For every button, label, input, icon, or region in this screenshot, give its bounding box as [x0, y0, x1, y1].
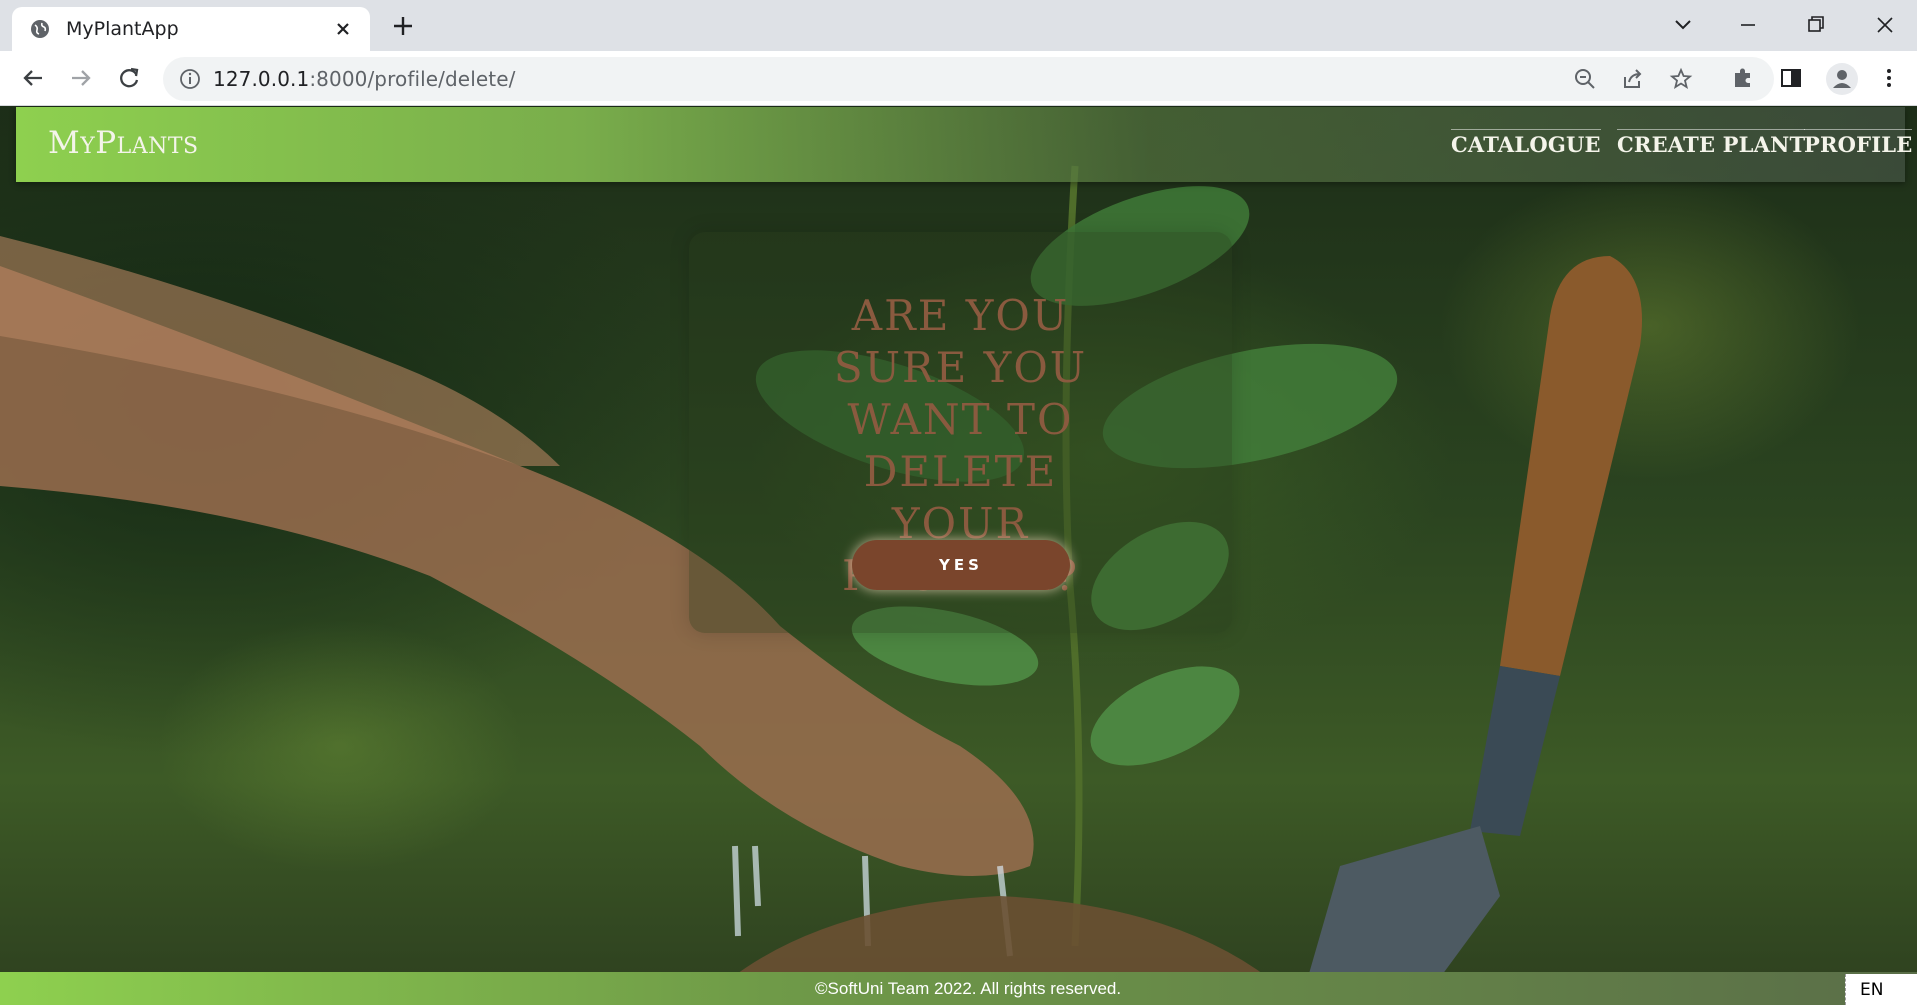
close-window-icon[interactable] [1870, 10, 1900, 40]
brand-logo-link[interactable]: MyPlants [48, 125, 199, 161]
extensions-puzzle-icon[interactable] [1730, 65, 1756, 91]
footer-copyright: ©SoftUni Team 2022. All rights reserved. [815, 979, 1122, 998]
nav-link-create-plant[interactable]: CREATE PLANT [1617, 129, 1806, 157]
language-code: EN [1860, 980, 1884, 1000]
delete-profile-dialog: ARE YOU SURE YOU WANT TO DELETE YOUR PRO… [689, 232, 1232, 633]
page-viewport: MyPlants CATALOGUE CREATE PLANT PROFILE … [0, 106, 1917, 1005]
address-bar[interactable]: 127.0.0.1:8000/profile/delete/ [163, 57, 1774, 101]
site-navbar: MyPlants CATALOGUE CREATE PLANT PROFILE [16, 107, 1913, 182]
site-footer: ©SoftUni Team 2022. All rights reserved.… [0, 972, 1917, 1005]
reload-icon[interactable] [114, 63, 144, 93]
url-path: :8000/profile/delete/ [309, 67, 516, 91]
language-indicator[interactable]: EN [1845, 974, 1917, 1005]
url-host: 127.0.0.1 [213, 67, 310, 91]
close-tab-icon[interactable] [332, 18, 354, 40]
globe-icon [31, 20, 49, 38]
new-tab-icon[interactable] [390, 13, 416, 39]
browser-menu-icon[interactable] [1876, 65, 1902, 91]
tab-title: MyPlantApp [66, 18, 179, 40]
forward-arrow-icon[interactable] [66, 63, 96, 93]
browser-toolbar: 127.0.0.1:8000/profile/delete/ [0, 51, 1917, 106]
back-arrow-icon[interactable] [18, 63, 48, 93]
confirm-delete-button[interactable]: YES [852, 540, 1070, 590]
minimize-icon[interactable] [1733, 10, 1763, 40]
nav-link-profile[interactable]: PROFILE [1804, 129, 1913, 157]
side-panel-icon[interactable] [1778, 65, 1804, 91]
zoom-out-icon[interactable] [1573, 67, 1597, 91]
profile-avatar-icon[interactable] [1825, 62, 1859, 96]
restore-icon[interactable] [1801, 10, 1831, 40]
browser-tab-strip: MyPlantApp [0, 0, 1917, 51]
share-icon[interactable] [1621, 67, 1645, 91]
tab-search-chevron-icon[interactable] [1668, 10, 1698, 40]
bookmark-star-icon[interactable] [1669, 67, 1693, 91]
browser-tab[interactable]: MyPlantApp [12, 7, 370, 51]
site-info-icon[interactable] [179, 68, 201, 90]
url-text: 127.0.0.1:8000/profile/delete/ [213, 67, 515, 91]
nav-link-catalogue[interactable]: CATALOGUE [1451, 129, 1601, 157]
